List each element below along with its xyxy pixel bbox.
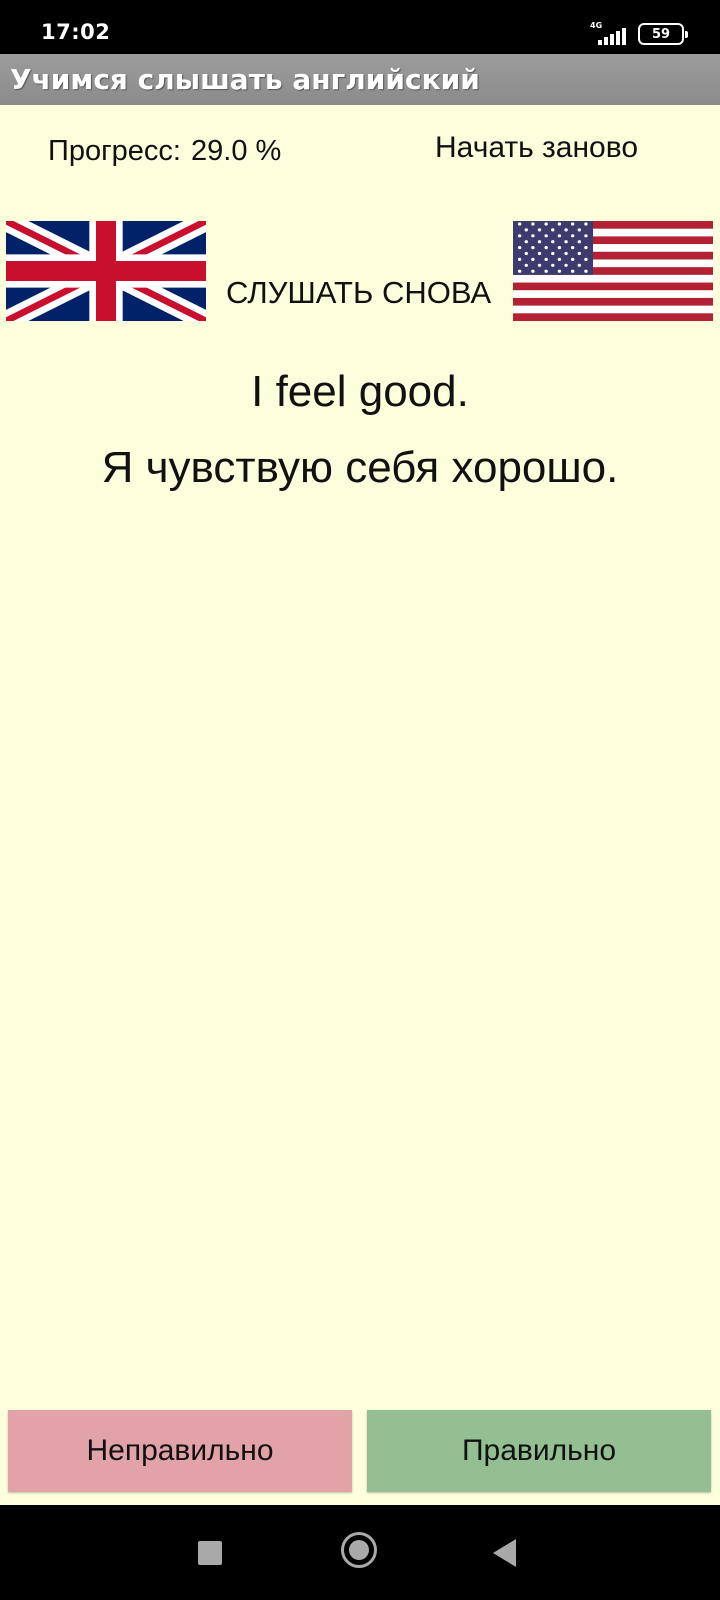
status-icons: 4G 59	[590, 21, 688, 47]
signal-icon: 4G	[590, 21, 628, 47]
wrong-button[interactable]: Неправильно	[8, 1410, 352, 1492]
battery-level: 59	[651, 26, 671, 42]
restart-button[interactable]: Начать заново	[435, 131, 638, 165]
app-bar: Учимся слышать английский	[0, 54, 720, 105]
navigation-bar	[0, 1505, 720, 1600]
battery-icon: 59	[638, 23, 688, 45]
us-flag-icon[interactable]	[513, 221, 713, 321]
right-button[interactable]: Правильно	[367, 1410, 711, 1492]
uk-flag-icon[interactable]	[6, 221, 206, 321]
english-phrase: I feel good.	[251, 367, 469, 416]
status-bar: 17:02 4G 59	[0, 0, 720, 54]
back-triangle-icon[interactable]	[493, 1539, 516, 1567]
main-content: Прогресс: 29.0 % Начать заново СЛУШАТЬ СН…	[0, 105, 720, 1505]
progress-label: Прогресс:	[48, 135, 181, 167]
home-circle-icon[interactable]	[341, 1532, 377, 1568]
app-title: Учимся слышать английский	[10, 63, 480, 96]
russian-translation: Я чувствую себя хорошо.	[101, 443, 619, 492]
listen-again-button[interactable]: СЛУШАТЬ СНОВА	[226, 275, 491, 311]
recents-square-icon[interactable]	[198, 1541, 222, 1565]
progress-value: 29.0 %	[191, 135, 282, 167]
progress-indicator: Прогресс: 29.0 %	[48, 135, 281, 168]
status-time: 17:02	[41, 20, 111, 44]
